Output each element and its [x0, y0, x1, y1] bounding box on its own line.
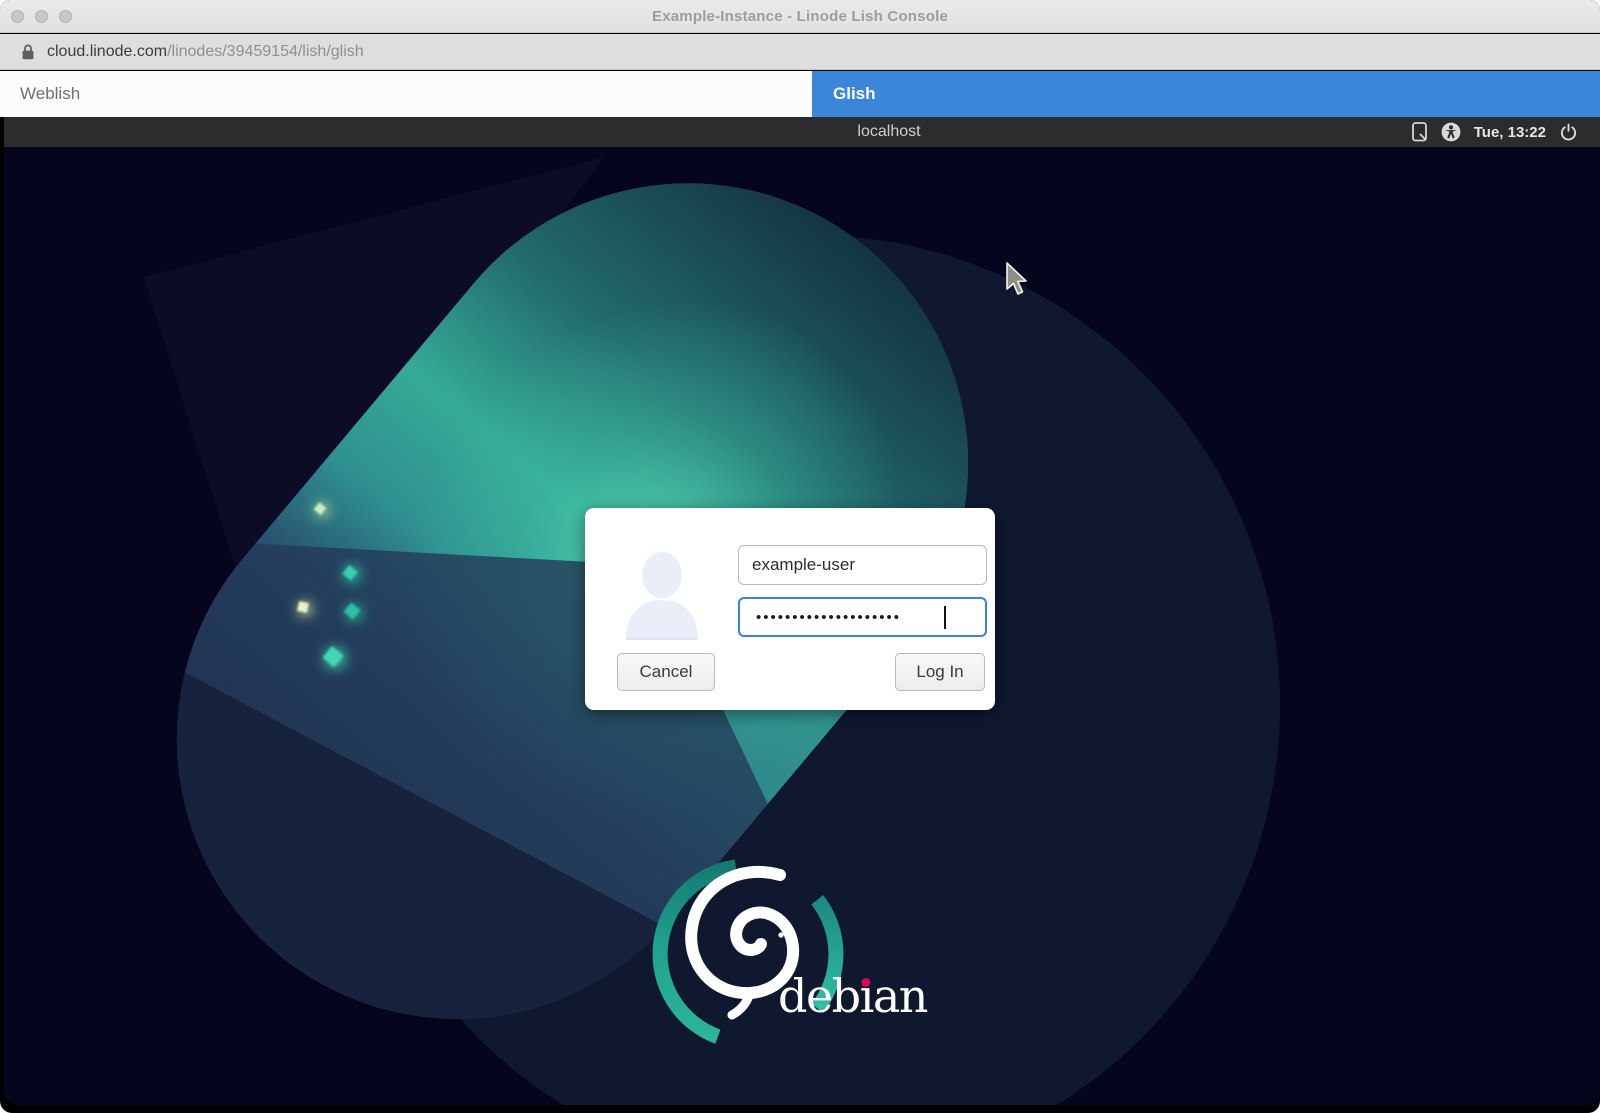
url-bar[interactable]: cloud.linode.com/linodes/39459154/lish/g…	[0, 34, 1600, 70]
accessibility-icon[interactable]	[1441, 122, 1461, 142]
debian-wordmark: debıan	[778, 973, 927, 1019]
power-icon[interactable]	[1559, 123, 1578, 142]
window-title: Example-Instance - Linode Lish Console	[0, 0, 1600, 33]
debian-swirl-icon	[650, 845, 930, 1080]
gnome-status-area: Tue, 13:22	[1411, 117, 1578, 147]
password-field[interactable]	[738, 597, 987, 637]
tab-weblish[interactable]: Weblish	[0, 71, 812, 117]
window-titlebar: Example-Instance - Linode Lish Console	[0, 0, 1600, 33]
address-text: cloud.linode.com/linodes/39459154/lish/g…	[47, 43, 364, 61]
tablet-icon[interactable]	[1411, 121, 1428, 143]
debian-i-dot	[862, 978, 871, 987]
url-path: /linodes/39459154/lish/glish	[167, 43, 364, 60]
text-caret	[944, 606, 946, 629]
username-field[interactable]	[738, 545, 987, 585]
log-in-button[interactable]: Log In	[895, 653, 985, 691]
debian-logo: debıan	[650, 845, 930, 1080]
clock-label[interactable]: Tue, 13:22	[1474, 124, 1546, 141]
cancel-button[interactable]: Cancel	[617, 653, 715, 691]
tab-glish-label: Glish	[833, 84, 876, 104]
hostname-label: localhost	[857, 117, 920, 147]
console-tabbar: Weblish Glish	[0, 71, 1600, 117]
login-dialog: Cancel Log In	[585, 508, 995, 710]
tab-glish[interactable]: Glish	[812, 71, 1600, 117]
mouse-cursor	[1004, 261, 1032, 295]
glish-desktop: Cancel Log In	[4, 147, 1600, 1105]
url-host: cloud.linode.com	[47, 43, 167, 60]
gnome-top-bar: localhost Tue, 13:22	[4, 117, 1600, 147]
browser-window: Example-Instance - Linode Lish Console c…	[0, 0, 1600, 1113]
wordmark-an: an	[873, 969, 927, 1023]
wordmark-deb: deb	[778, 969, 860, 1023]
wordmark-i: ı	[860, 973, 873, 1019]
user-avatar	[618, 550, 706, 640]
lock-icon	[21, 43, 35, 61]
tab-weblish-label: Weblish	[20, 84, 80, 104]
